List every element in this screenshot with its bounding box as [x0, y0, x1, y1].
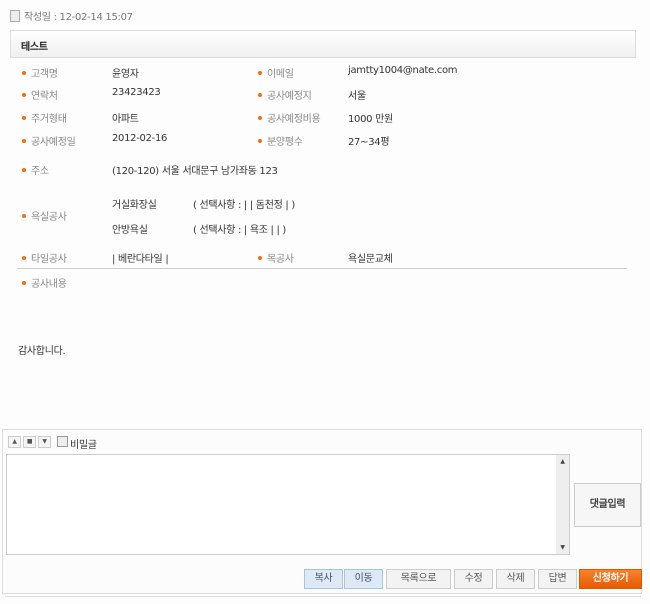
field-value: 1000 만원	[348, 114, 393, 125]
scroll-down-icon[interactable]: ▼	[556, 544, 569, 551]
field-value: 아파트	[112, 114, 139, 125]
scrollbar[interactable]: ▲ ▼	[556, 455, 569, 554]
field-label: 고객명	[22, 65, 58, 80]
post-title-bar: 테스트	[10, 30, 636, 58]
bath-name: 거실화장실	[112, 200, 157, 211]
field-label: 공사예정일	[22, 133, 76, 148]
post-title: 테스트	[21, 42, 48, 53]
field-value: 욕실문교체	[348, 254, 393, 265]
divider	[17, 268, 627, 269]
field-value: 서울	[348, 91, 366, 102]
field-value: 23423423	[112, 87, 161, 98]
post-content: 감사합니다.	[18, 346, 66, 357]
field-label: 욕실공사	[22, 208, 67, 223]
field-label: 분양평수	[258, 133, 303, 148]
comment-textarea[interactable]: ▲ ▼	[6, 454, 570, 555]
list-button[interactable]: 목록으로	[386, 569, 451, 589]
field-value: | 베란다타일 |	[112, 254, 169, 265]
field-label: 타일공사	[22, 250, 67, 265]
expand-up-icon[interactable]: ▲	[8, 436, 21, 448]
field-label: 목공사	[258, 250, 294, 265]
field-value: 윤영자	[112, 69, 139, 80]
bath-option: ( 선택사항 : | | 돔천정 | )	[193, 200, 295, 211]
field-value: (120-120) 서울 서대문구 남가좌동 123	[112, 166, 278, 177]
scroll-up-icon[interactable]: ▲	[556, 458, 569, 465]
field-label: 공사예정지	[258, 87, 312, 102]
field-label: 연락처	[22, 87, 58, 102]
created-date: 작성일 : 12-02-14 15:07	[10, 8, 133, 23]
field-label: 공사예정비용	[258, 110, 321, 125]
delete-button[interactable]: 삭제	[496, 569, 535, 589]
secret-checkbox[interactable]	[57, 436, 68, 447]
edit-button[interactable]: 수정	[454, 569, 493, 589]
field-label: 공사내용	[22, 275, 67, 290]
document-icon	[10, 10, 20, 22]
apply-button[interactable]: 신청하기	[579, 569, 642, 589]
comment-submit-button[interactable]: 댓글입력	[574, 483, 641, 527]
move-button[interactable]: 이동	[344, 569, 383, 589]
reply-button[interactable]: 답변	[538, 569, 577, 589]
field-value: 2012-02-16	[112, 133, 168, 144]
field-value: 27~34평	[348, 137, 390, 148]
field-value: jamtty1004@nate.com	[348, 65, 458, 76]
expand-down-icon[interactable]: ▼	[38, 436, 51, 448]
bath-option: ( 선택사항 : | 욕조 | | )	[193, 225, 287, 236]
secret-label: 비밀글	[70, 440, 97, 451]
field-label: 이메일	[258, 65, 294, 80]
field-label: 주거형태	[22, 110, 67, 125]
created-date-text: 작성일 : 12-02-14 15:07	[24, 12, 133, 23]
bath-name: 안방욕실	[112, 225, 148, 236]
copy-button[interactable]: 복사	[304, 569, 343, 589]
field-label: 주소	[22, 162, 49, 177]
reset-size-icon[interactable]: ■	[23, 436, 36, 448]
bottom-divider	[5, 596, 641, 597]
